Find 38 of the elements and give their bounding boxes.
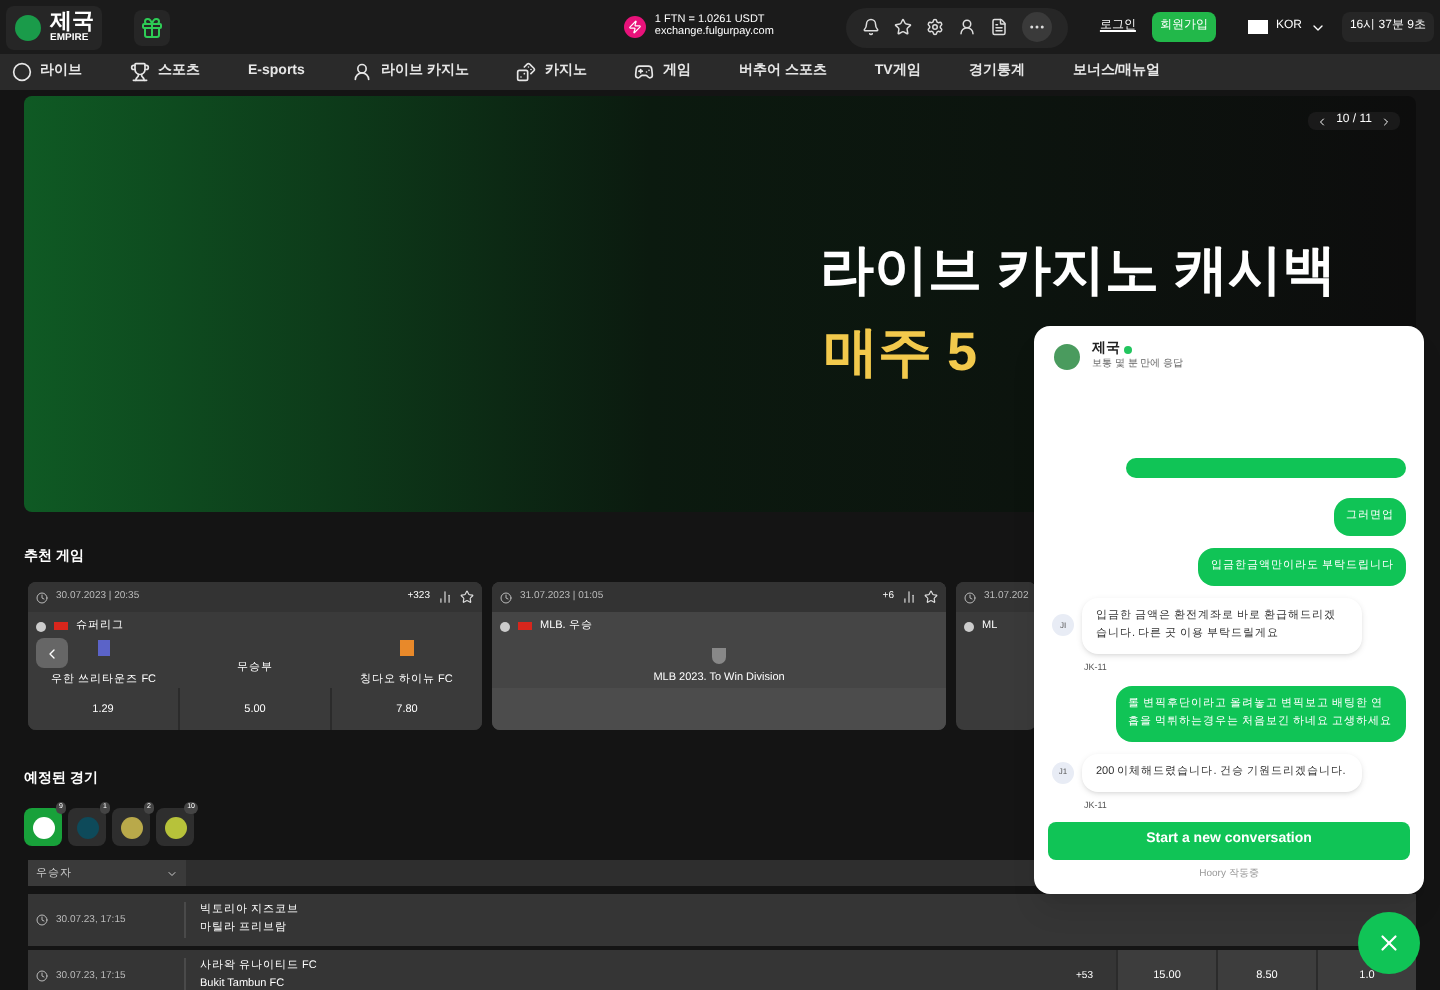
chevron-right-icon[interactable] (1380, 115, 1392, 127)
team-logo-icon (399, 640, 414, 656)
sport-icon (964, 621, 974, 631)
close-icon (1376, 930, 1402, 956)
clock-icon (500, 591, 512, 603)
stats-icon[interactable] (902, 590, 916, 604)
shield-icon (712, 648, 726, 664)
document-icon[interactable] (989, 18, 1008, 36)
gift-icon (140, 15, 164, 39)
chevron-left-icon (44, 645, 60, 661)
team-logo-icon (97, 640, 110, 656)
clock-icon (36, 914, 48, 927)
flag-icon (1247, 20, 1268, 34)
chevron-down-icon (166, 867, 178, 880)
gift-button[interactable] (134, 9, 170, 45)
more-button[interactable] (1021, 12, 1052, 42)
banner-subline: 매주 5 (824, 319, 978, 385)
clock-icon (36, 970, 48, 983)
star-icon[interactable] (924, 590, 938, 604)
settings-icon[interactable] (925, 18, 944, 36)
previous-button[interactable] (36, 638, 68, 668)
logo-title: 제국 (50, 11, 94, 33)
star-icon[interactable] (460, 590, 474, 604)
bell-icon[interactable] (861, 18, 880, 36)
user-icon[interactable] (957, 18, 976, 36)
chat-logo-icon (1054, 343, 1080, 369)
country-flag-icon (54, 622, 68, 630)
country-flag-icon (518, 622, 532, 630)
lightning-icon (624, 16, 647, 38)
chevron-left-icon[interactable] (1316, 115, 1329, 127)
clock-icon (36, 591, 48, 603)
stats-icon[interactable] (438, 590, 452, 604)
sport-icon (36, 621, 46, 631)
banner-headline: 라이브 카지노 캐시백 (819, 238, 1336, 304)
star-icon[interactable] (893, 18, 912, 36)
gamepad-icon (634, 62, 655, 82)
sport-icon (500, 621, 510, 631)
clock-icon (964, 591, 976, 603)
